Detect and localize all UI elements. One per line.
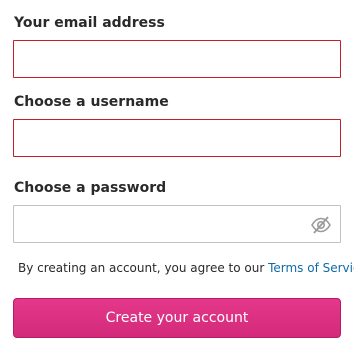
password-label: Choose a password xyxy=(14,180,167,196)
password-field[interactable] xyxy=(14,206,340,242)
username-field[interactable] xyxy=(14,120,340,156)
terms-prefix: By creating an account, you agree to our xyxy=(18,261,269,275)
create-account-button[interactable]: Create your account xyxy=(13,298,341,338)
username-label: Choose a username xyxy=(14,94,169,110)
email-field-wrapper xyxy=(13,40,341,78)
email-field[interactable] xyxy=(14,41,340,77)
terms-of-service-link[interactable]: Terms of Service xyxy=(268,261,354,275)
email-label: Your email address xyxy=(14,15,165,31)
password-field-wrapper xyxy=(13,205,341,243)
terms-notice: By creating an account, you agree to our… xyxy=(18,261,354,275)
signup-form: Your email address Choose a username Cho… xyxy=(0,0,354,346)
username-field-wrapper xyxy=(13,119,341,157)
eye-slash-icon[interactable] xyxy=(310,215,332,235)
